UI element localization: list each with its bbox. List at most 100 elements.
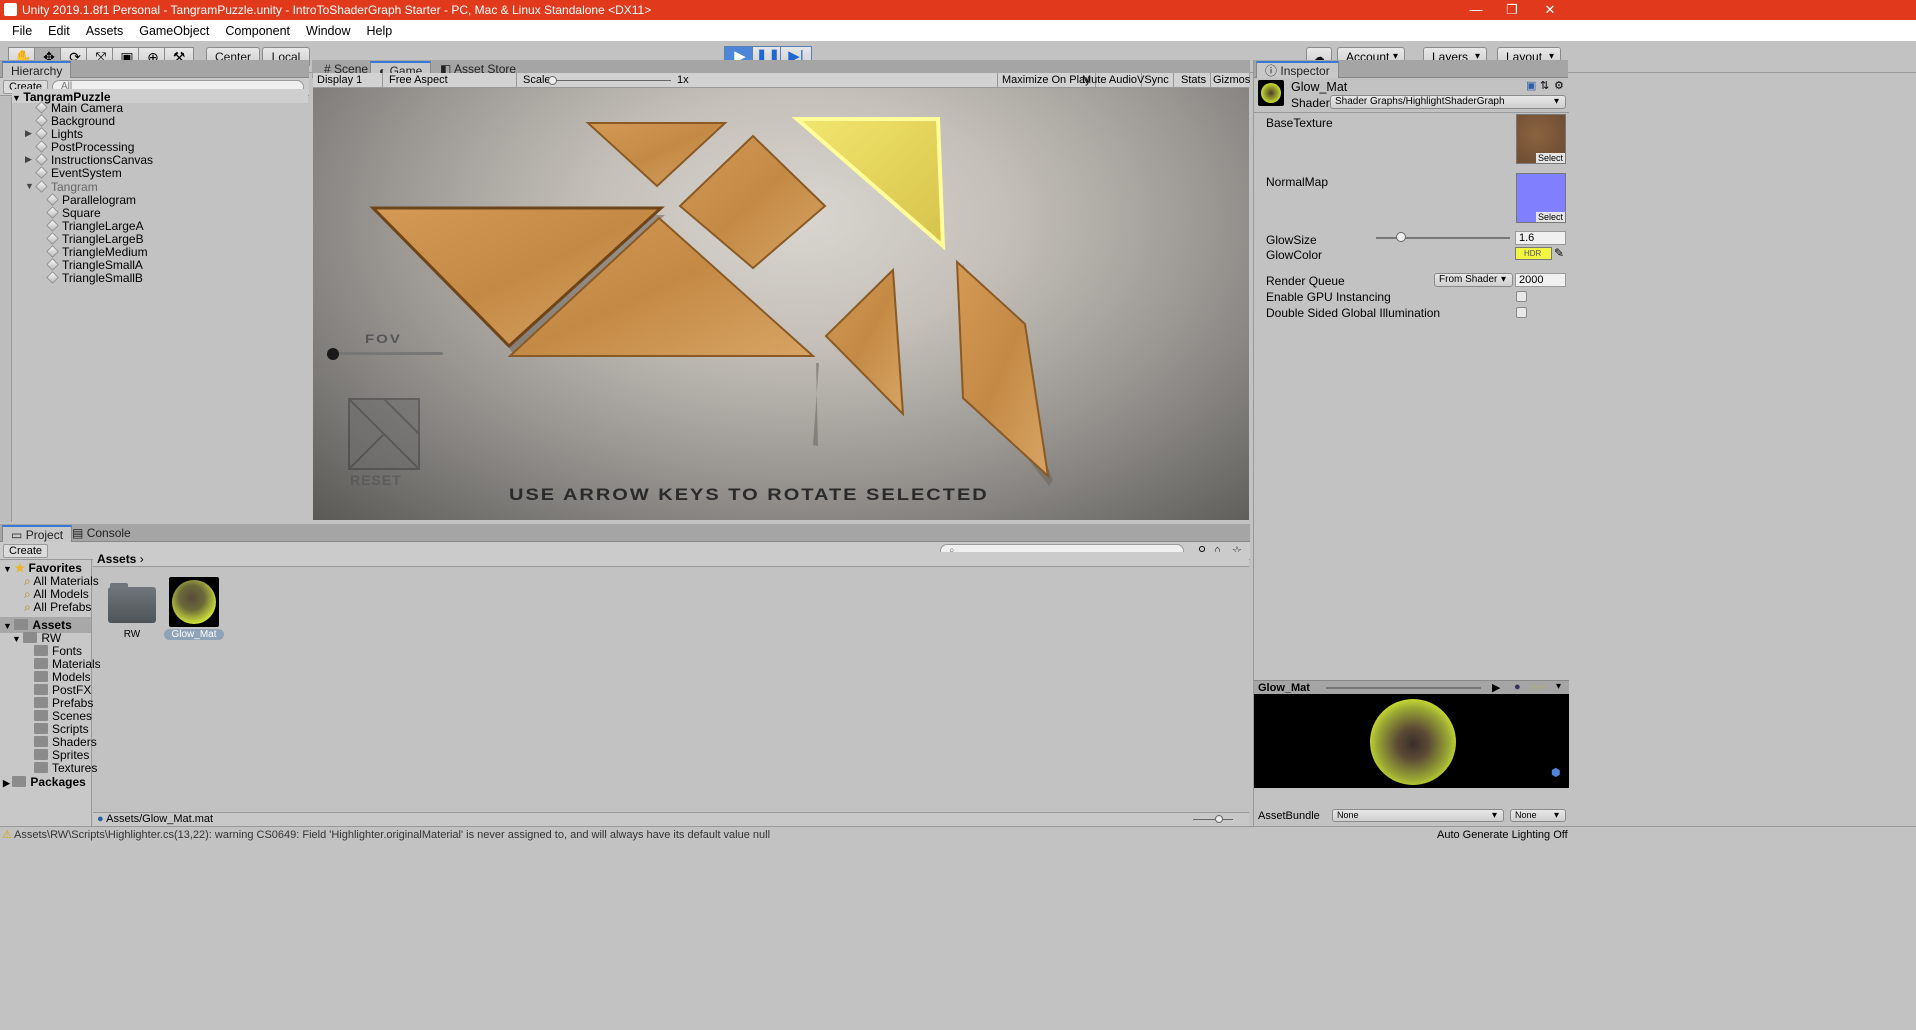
preview-play-icon[interactable]: ▶ <box>1492 681 1500 694</box>
tangram-piece-triangle-medium[interactable] <box>824 267 905 417</box>
tangram-piece-triangle-small[interactable] <box>585 122 728 188</box>
base-texture-slot[interactable]: Select <box>1516 114 1566 164</box>
gameobject-icon <box>46 206 59 219</box>
render-queue-field[interactable]: 2000 <box>1515 273 1566 287</box>
normal-map-select-button[interactable]: Select <box>1535 212 1565 222</box>
folder-icon <box>34 684 48 695</box>
tab-hierarchy[interactable]: Hierarchy <box>2 61 72 78</box>
gameobject-icon <box>35 101 48 114</box>
material-icon: ● <box>97 813 104 825</box>
menu-file[interactable]: File <box>4 24 40 38</box>
glow-size-label: GlowSize <box>1266 233 1317 247</box>
render-queue-label: Render Queue <box>1266 274 1345 288</box>
gameobject-icon <box>46 245 59 258</box>
gpu-instancing-checkbox[interactable] <box>1516 291 1527 302</box>
search-icon: ⌕ <box>24 600 31 614</box>
game-view[interactable]: FOV RESET USE ARROW KEYS TO ROTATE SELEC… <box>313 88 1249 520</box>
eyedropper-icon[interactable]: ✎ <box>1554 246 1564 260</box>
gameobject-icon <box>35 153 48 166</box>
glow-size-field[interactable]: 1.6 <box>1515 231 1566 245</box>
asset-glow-mat[interactable] <box>169 577 219 627</box>
game-toolbar: Display 1 Free Aspect Scale 1x Maximize … <box>313 73 1250 88</box>
collapse-arrow-icon[interactable]: ▼ <box>25 181 34 191</box>
packages-root[interactable]: ▶ Packages <box>3 774 86 790</box>
info-icon: ⓘ <box>1265 64 1278 78</box>
preview-sphere-icon[interactable]: ● <box>1514 681 1521 693</box>
gameobject-icon <box>46 258 59 271</box>
aspect-dropdown[interactable]: Free Aspect <box>385 73 517 88</box>
gameobject-icon <box>46 271 59 284</box>
base-texture-select-button[interactable]: Select <box>1535 153 1565 163</box>
render-queue-dropdown[interactable]: From Shader <box>1434 273 1513 287</box>
hierarchy-gutter <box>0 97 12 522</box>
preview-menu-icon[interactable]: ▾ <box>1556 681 1561 692</box>
menu-window[interactable]: Window <box>298 24 358 38</box>
icon-size-slider-thumb[interactable] <box>1215 815 1223 823</box>
hierarchy-item-trianglesmallb[interactable]: TriangleSmallB <box>46 270 143 286</box>
tag-label-icon[interactable]: ⬢ <box>1551 766 1561 779</box>
material-preview-icon <box>1258 80 1284 106</box>
help-book-icon[interactable]: ▣ <box>1526 79 1536 92</box>
menu-component[interactable]: Component <box>217 24 298 38</box>
settings-gear-icon[interactable]: ⚙ <box>1554 79 1564 92</box>
asset-label-rw: RW <box>123 629 141 640</box>
glow-color-label: GlowColor <box>1266 248 1323 262</box>
preview-light-icon[interactable]: ●● <box>1532 681 1545 693</box>
display-dropdown[interactable]: Display 1 <box>313 73 383 88</box>
shader-dropdown[interactable]: Shader Graphs/HighlightShaderGraph <box>1330 95 1566 109</box>
glow-size-slider-thumb[interactable] <box>1396 232 1407 242</box>
reset-label[interactable]: RESET <box>350 472 402 488</box>
tab-inspector-label: Inspector <box>1280 64 1330 78</box>
close-button[interactable]: ✕ <box>1530 0 1570 20</box>
folder-icon <box>34 762 48 773</box>
console-icon: ▤ <box>72 526 84 540</box>
vsync-toggle[interactable]: VSync <box>1133 73 1174 88</box>
project-path-bar: ● Assets/Glow_Mat.mat <box>93 812 1249 826</box>
tangram-piece-parallelogram[interactable] <box>955 259 1050 479</box>
asset-path: Assets/Glow_Mat.mat <box>106 813 214 825</box>
menu-edit[interactable]: Edit <box>40 24 78 38</box>
folder-icon <box>34 658 48 669</box>
scale-slider-thumb[interactable] <box>548 76 557 85</box>
asset-bundle-dropdown[interactable]: None <box>1332 809 1504 822</box>
tab-console[interactable]: ▤ Console <box>64 525 139 542</box>
menu-help[interactable]: Help <box>358 24 400 38</box>
gameobject-icon <box>46 193 59 206</box>
project-panel: ▭ Project ▤ Console Create ⌕ ⚲ ⌂ ☆ ▼ ★ F… <box>0 524 1250 826</box>
expand-arrow-icon[interactable]: ▶ <box>25 154 32 165</box>
icon-size-slider[interactable] <box>1193 819 1233 820</box>
glow-color-swatch[interactable]: HDR <box>1515 247 1552 260</box>
folder-icon <box>34 736 48 747</box>
gizmos-dropdown[interactable]: Gizmos <box>1209 73 1250 88</box>
tab-project[interactable]: ▭ Project <box>2 525 73 542</box>
gpu-instancing-label: Enable GPU Instancing <box>1266 290 1391 304</box>
project-create-button[interactable]: Create <box>3 544 49 558</box>
asset-folder-rw[interactable] <box>108 581 156 625</box>
preset-icon[interactable]: ⇅ <box>1540 79 1549 92</box>
breadcrumb-assets[interactable]: Assets <box>97 552 136 566</box>
normal-map-slot[interactable]: Select <box>1516 173 1566 223</box>
favorite-label: All Prefabs <box>33 600 92 614</box>
console-warning-message[interactable]: Assets\RW\Scripts\Highlighter.cs(13,22):… <box>14 827 770 843</box>
preview-sphere <box>1370 699 1456 785</box>
fov-slider-track[interactable] <box>331 352 443 355</box>
fov-slider-thumb[interactable] <box>327 348 339 360</box>
tangram-piece-square[interactable] <box>678 134 827 270</box>
tangram-piece-triangle-glowing[interactable] <box>791 117 946 251</box>
minimize-button[interactable]: — <box>1456 0 1496 20</box>
stats-toggle[interactable]: Stats <box>1177 73 1212 88</box>
double-sided-checkbox[interactable] <box>1516 307 1527 318</box>
menu-gameobject[interactable]: GameObject <box>131 24 217 38</box>
expand-arrow-icon[interactable]: ▶ <box>25 128 32 139</box>
favorite-all-prefabs[interactable]: ⌕ All Prefabs <box>24 599 91 615</box>
menu-assets[interactable]: Assets <box>78 24 132 38</box>
gameobject-icon <box>35 166 48 179</box>
reset-logo-icon[interactable] <box>348 398 420 470</box>
scale-slider-track[interactable] <box>551 80 671 81</box>
tab-inspector[interactable]: ⓘ Inspector <box>1256 61 1339 78</box>
status-bar[interactable]: ⚠ Assets\RW\Scripts\Highlighter.cs(13,22… <box>0 826 1916 843</box>
asset-bundle-variant-dropdown[interactable]: None <box>1510 809 1566 822</box>
maximize-button[interactable]: ❐ <box>1492 0 1532 20</box>
material-preview[interactable]: ⬢ <box>1254 694 1569 788</box>
preview-drag-bar[interactable] <box>1326 687 1481 689</box>
